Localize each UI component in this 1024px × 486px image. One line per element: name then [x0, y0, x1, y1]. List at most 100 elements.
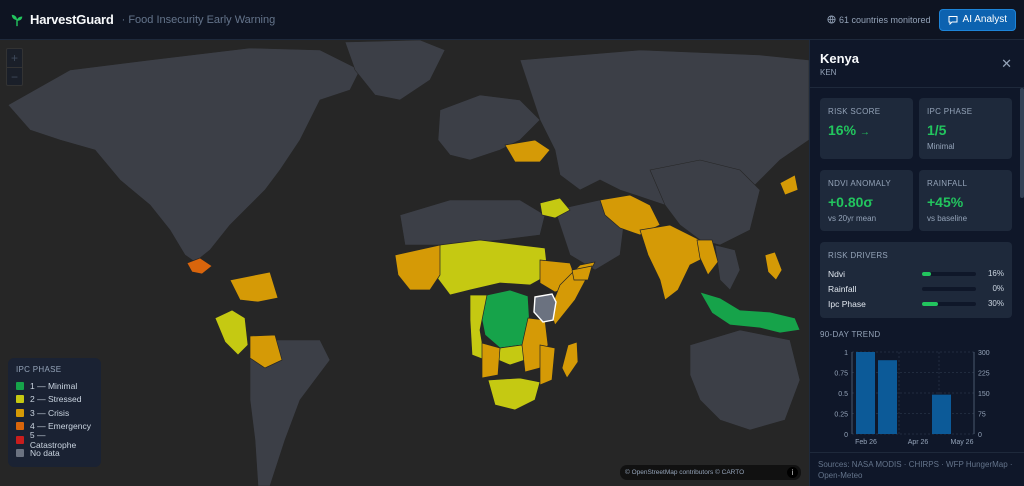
region-zambia[interactable] — [497, 344, 526, 366]
driver-bar-fill — [922, 301, 939, 306]
ipc-phase-sub: Minimal — [927, 142, 955, 151]
header-actions: 61 countries monitored AI Analyst — [827, 8, 1016, 31]
drivers-title: RISK DRIVERS — [828, 251, 889, 260]
driver-name: Rainfall — [828, 283, 857, 294]
region-madagascar[interactable] — [561, 341, 579, 379]
legend-swatch — [16, 435, 24, 444]
driver-value: 30% — [987, 299, 1004, 308]
region-drc[interactable] — [479, 289, 531, 349]
region-yemen[interactable] — [571, 265, 593, 281]
driver-bar-track — [922, 271, 976, 276]
tagline: · Food Insecurity Early Warning — [121, 13, 276, 26]
ai-analyst-button[interactable]: AI Analyst — [938, 8, 1016, 31]
region-mozambique[interactable] — [539, 344, 556, 386]
country-code: KEN — [820, 68, 837, 77]
y2-tick-label: 75 — [978, 412, 986, 419]
region-kenya-selected[interactable] — [533, 293, 557, 323]
y-tick-label: 0 — [844, 432, 848, 439]
rainfall-value: +45% — [927, 194, 964, 210]
driver-bar-track — [922, 286, 976, 291]
zoom-control: + − — [6, 48, 23, 86]
y2-tick-label: 150 — [978, 391, 990, 398]
legend-label: 2 — Stressed — [30, 394, 82, 405]
trend-bar — [856, 352, 875, 434]
country-panel: Kenya KEN ✕ RISK SCORE 16% → IPC PHASE 1… — [809, 40, 1024, 486]
legend-item: 3 — Crisis — [16, 406, 93, 420]
ai-analyst-label: AI Analyst — [962, 14, 1007, 25]
y2-tick-label: 0 — [978, 432, 982, 439]
region-angola[interactable] — [481, 342, 501, 379]
info-icon[interactable]: i — [787, 467, 798, 478]
driver-bar-fill — [922, 271, 931, 276]
trend-bar — [932, 394, 951, 434]
driver-row: Ipc Phase 30% — [828, 296, 1004, 311]
risk-score-card: RISK SCORE 16% → — [820, 98, 913, 159]
legend-title: IPC PHASE — [16, 365, 62, 374]
driver-row: Rainfall 0% — [828, 281, 1004, 296]
region-indonesia[interactable] — [699, 291, 801, 334]
driver-bar-track — [922, 301, 976, 306]
ndvi-value: +0.80σ — [828, 194, 874, 210]
monitored-text: 61 countries monitored — [838, 14, 931, 25]
rainfall-sub: vs baseline — [927, 214, 968, 223]
legend-item: 5 — Catastrophe — [16, 429, 93, 450]
driver-list: Ndvi 16% Rainfall 0% Ipc Phase 30% — [828, 266, 1004, 311]
legend-label: 3 — Crisis — [30, 407, 70, 418]
x-tick-label: Feb 26 — [855, 439, 877, 446]
panel-scrollbar[interactable] — [1020, 88, 1024, 198]
app-root: HarvestGuard · Food Insecurity Early War… — [0, 0, 1024, 486]
driver-name: Ndvi — [828, 268, 846, 279]
legend-label: No data — [30, 448, 60, 459]
ndvi-card: NDVI ANOMALY +0.80σ vs 20yr mean — [820, 170, 913, 231]
y2-tick-label: 300 — [978, 350, 990, 357]
region-venezuela[interactable] — [229, 271, 279, 303]
region-central-america[interactable] — [186, 257, 213, 275]
rainfall-card: RAINFALL +45% vs baseline — [919, 170, 1012, 231]
legend-label: 1 — Minimal — [30, 380, 78, 391]
legend-swatch — [16, 422, 24, 431]
risk-score-value: 16% — [828, 122, 857, 138]
x-tick-label: May 26 — [951, 439, 974, 446]
risk-score-label: RISK SCORE — [828, 107, 881, 116]
world-map[interactable]: + − IPC PHASE 1 — Minimal 2 — Stressed 3 —… — [0, 40, 809, 486]
map-canvas[interactable] — [0, 40, 809, 486]
land-southeast-asia — [714, 244, 741, 291]
driver-row: Ndvi 16% — [828, 266, 1004, 281]
brand-name: HarvestGuard — [30, 12, 114, 27]
ndvi-label: NDVI ANOMALY — [828, 179, 892, 188]
land-greenland — [344, 40, 446, 101]
driver-name: Ipc Phase — [828, 298, 866, 309]
land-north-america — [7, 47, 361, 263]
region-philippines[interactable] — [764, 251, 783, 281]
top-bar: HarvestGuard · Food Insecurity Early War… — [0, 0, 1024, 40]
y2-tick-label: 225 — [978, 371, 990, 378]
region-sahel[interactable] — [434, 239, 549, 296]
attribution-text: © OpenStreetMap contributors © CARTO — [625, 469, 745, 476]
y-tick-label: 1 — [844, 350, 848, 357]
land-australia — [689, 329, 801, 431]
legend-swatch — [16, 408, 24, 417]
risk-drivers: RISK DRIVERS Ndvi 16% Rainfall 0% Ipc Phase 3… — [820, 242, 1012, 318]
legend-items: 1 — Minimal 2 — Stressed 3 — Crisis 4 — Eme… — [16, 379, 93, 460]
y-tick-label: 0.75 — [834, 371, 848, 378]
legend-swatch — [16, 395, 24, 404]
ipc-phase-value: 1/5 — [927, 122, 947, 138]
sources-footer: Sources: NASA MODIS · CHIRPS · WFP Hunge… — [810, 452, 1024, 486]
legend-label: 5 — Catastrophe — [29, 429, 77, 450]
legend-item: 2 — Stressed — [16, 393, 93, 407]
driver-value: 0% — [992, 284, 1004, 293]
zoom-in-button[interactable]: + — [7, 49, 22, 67]
close-icon[interactable]: ✕ — [1001, 56, 1012, 72]
region-korea[interactable] — [779, 174, 799, 196]
country-name: Kenya — [820, 51, 860, 66]
rainfall-label: RAINFALL — [927, 179, 968, 188]
panel-header: Kenya KEN ✕ — [810, 40, 1024, 88]
y-tick-label: 0.25 — [834, 412, 848, 419]
region-south-africa[interactable] — [487, 377, 541, 411]
legend-swatch — [16, 381, 24, 390]
region-peru[interactable] — [214, 309, 249, 356]
region-west-africa[interactable] — [394, 244, 441, 291]
land-north-africa — [399, 199, 546, 246]
ipc-phase-label: IPC PHASE — [927, 107, 973, 116]
zoom-out-button[interactable]: − — [7, 67, 22, 85]
